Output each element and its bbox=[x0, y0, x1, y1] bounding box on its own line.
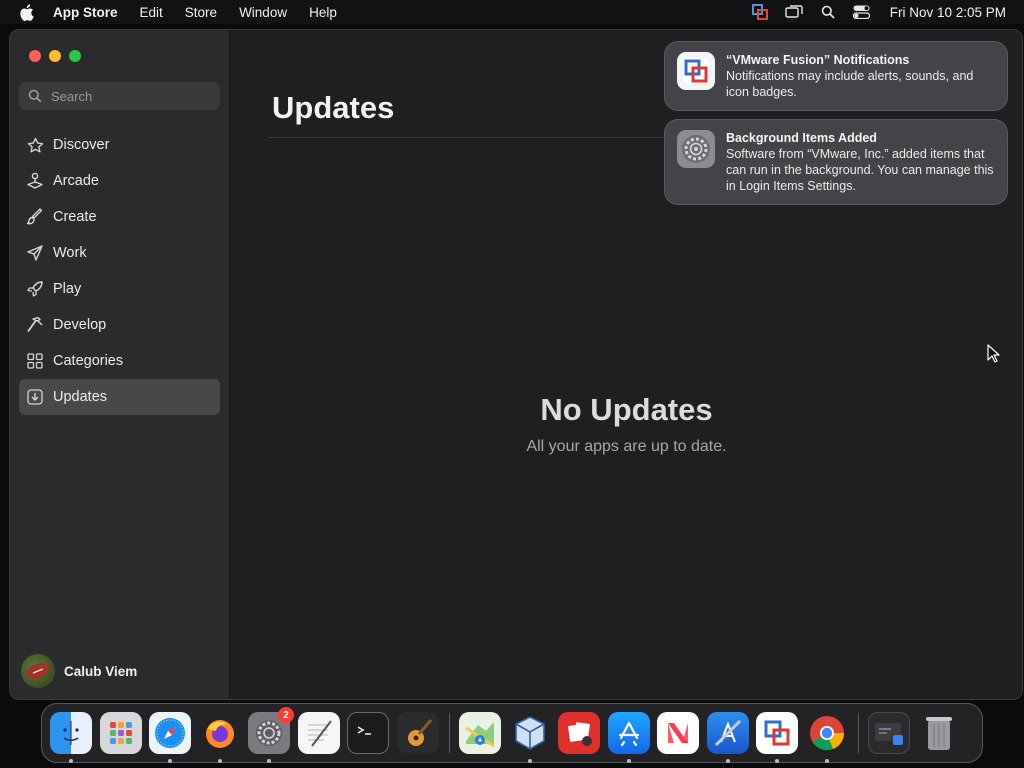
page-title: Updates bbox=[272, 90, 395, 125]
menu-bar-extras: Fri Nov 10 2:05 PM bbox=[750, 0, 1024, 24]
grid-icon bbox=[26, 352, 44, 370]
running-indicator bbox=[267, 759, 271, 763]
menu-help[interactable]: Help bbox=[309, 5, 337, 20]
running-indicator bbox=[626, 759, 631, 763]
running-indicator bbox=[527, 759, 532, 763]
download-icon bbox=[26, 388, 44, 406]
dock-separator bbox=[858, 713, 859, 753]
sidebar-item-develop[interactable]: Develop bbox=[19, 307, 220, 343]
app-store-icon[interactable] bbox=[607, 712, 650, 763]
vmware-menu-extra-icon[interactable] bbox=[750, 4, 770, 20]
garageband-icon[interactable] bbox=[396, 712, 439, 754]
finder-icon[interactable] bbox=[50, 712, 92, 763]
menu-edit[interactable]: Edit bbox=[140, 5, 163, 20]
notification-content: Background Items Added Software from “VM… bbox=[726, 130, 995, 194]
menu-bar-clock[interactable]: Fri Nov 10 2:05 PM bbox=[890, 5, 1006, 20]
search-icon bbox=[28, 89, 42, 103]
virtualbox-icon[interactable] bbox=[509, 712, 551, 763]
sidebar-item-label: Play bbox=[53, 281, 82, 297]
sidebar-item-arcade[interactable]: Arcade bbox=[19, 163, 220, 199]
photo-booth-icon[interactable] bbox=[558, 712, 600, 754]
news-icon[interactable] bbox=[657, 712, 699, 754]
paperplane-icon bbox=[26, 244, 44, 262]
system-settings-icon[interactable]: 2 bbox=[248, 707, 294, 763]
vmware-fusion-icon[interactable] bbox=[756, 712, 798, 763]
sidebar-item-label: Updates bbox=[53, 389, 108, 405]
control-center-icon[interactable] bbox=[852, 4, 872, 20]
minimize-window-button[interactable] bbox=[49, 50, 61, 62]
sidebar-item-label: Categories bbox=[53, 353, 124, 369]
window-controls bbox=[29, 50, 81, 62]
sidebar-nav: Discover Arcade Create Work Play Develop… bbox=[19, 127, 220, 415]
screen-mirroring-icon[interactable] bbox=[784, 4, 804, 20]
xcode-icon[interactable] bbox=[706, 712, 749, 763]
menu-window[interactable]: Window bbox=[239, 5, 287, 20]
sidebar-item-label: Create bbox=[53, 209, 97, 225]
textedit-icon[interactable] bbox=[297, 712, 340, 754]
zoom-window-button[interactable] bbox=[69, 50, 81, 62]
maps-icon[interactable] bbox=[459, 712, 501, 754]
firefox-icon[interactable] bbox=[199, 712, 241, 763]
notification-body: Software from “VMware, Inc.” added items… bbox=[726, 147, 994, 193]
mouse-cursor-icon bbox=[987, 344, 1000, 363]
sidebar-item-label: Discover bbox=[53, 137, 110, 153]
terminal-icon[interactable] bbox=[347, 712, 389, 754]
running-indicator bbox=[217, 759, 222, 763]
sidebar-item-discover[interactable]: Discover bbox=[19, 127, 220, 163]
hammer-icon bbox=[26, 316, 44, 334]
search-input[interactable] bbox=[51, 88, 211, 104]
running-indicator bbox=[725, 759, 730, 763]
sidebar: Discover Arcade Create Work bbox=[10, 30, 230, 699]
menu-app-store[interactable]: App Store bbox=[53, 5, 118, 20]
system-settings-icon bbox=[677, 130, 715, 168]
account-name: Calub Viem bbox=[64, 663, 138, 679]
notification-background-items[interactable]: Background Items Added Software from “VM… bbox=[664, 119, 1008, 205]
notification-content: “VMware Fusion” Notifications Notificati… bbox=[726, 52, 995, 100]
running-indicator bbox=[775, 759, 779, 763]
running-indicator bbox=[824, 759, 829, 763]
menu-store[interactable]: Store bbox=[185, 5, 217, 20]
notification-title: Background Items Added bbox=[726, 131, 877, 145]
account-button[interactable]: Calub Viem bbox=[21, 654, 137, 688]
sidebar-item-work[interactable]: Work bbox=[19, 235, 220, 271]
sidebar-item-label: Develop bbox=[53, 317, 107, 333]
joystick-icon bbox=[26, 172, 44, 190]
apple-menu-icon[interactable] bbox=[19, 0, 37, 24]
sidebar-item-label: Work bbox=[53, 245, 87, 261]
running-indicator bbox=[69, 759, 73, 763]
star-icon bbox=[26, 136, 44, 154]
spotlight-search-icon[interactable] bbox=[818, 4, 838, 20]
empty-state-subtitle: All your apps are up to date. bbox=[526, 438, 727, 455]
notification-body: Notifications may include alerts, sounds… bbox=[726, 69, 974, 99]
paintbrush-icon bbox=[26, 208, 44, 226]
menu-bar: App Store Edit Store Window Help Fri Nov… bbox=[0, 0, 1024, 24]
dock: 2 bbox=[41, 703, 983, 763]
notification-vmware-fusion[interactable]: “VMware Fusion” Notifications Notificati… bbox=[664, 41, 1008, 111]
avatar bbox=[21, 654, 55, 688]
search-field[interactable] bbox=[19, 82, 220, 110]
running-indicator bbox=[168, 759, 172, 763]
empty-state-title: No Updates bbox=[540, 392, 713, 427]
sidebar-item-create[interactable]: Create bbox=[19, 199, 220, 235]
launchpad-icon[interactable] bbox=[99, 712, 142, 754]
close-window-button[interactable] bbox=[29, 50, 41, 62]
rocket-icon bbox=[26, 280, 44, 298]
safari-icon[interactable] bbox=[149, 712, 191, 763]
vmware-fusion-icon bbox=[677, 52, 715, 90]
sidebar-item-play[interactable]: Play bbox=[19, 271, 220, 307]
notification-title: “VMware Fusion” Notifications bbox=[726, 53, 910, 67]
dock-separator bbox=[449, 713, 450, 753]
notification-badge: 2 bbox=[278, 707, 294, 723]
sidebar-item-categories[interactable]: Categories bbox=[19, 343, 220, 379]
chrome-icon[interactable] bbox=[806, 712, 848, 763]
downloads-stack-icon[interactable] bbox=[868, 712, 910, 754]
sidebar-item-label: Arcade bbox=[53, 173, 99, 189]
sidebar-item-updates[interactable]: Updates bbox=[19, 379, 220, 415]
trash-icon[interactable] bbox=[918, 712, 960, 754]
